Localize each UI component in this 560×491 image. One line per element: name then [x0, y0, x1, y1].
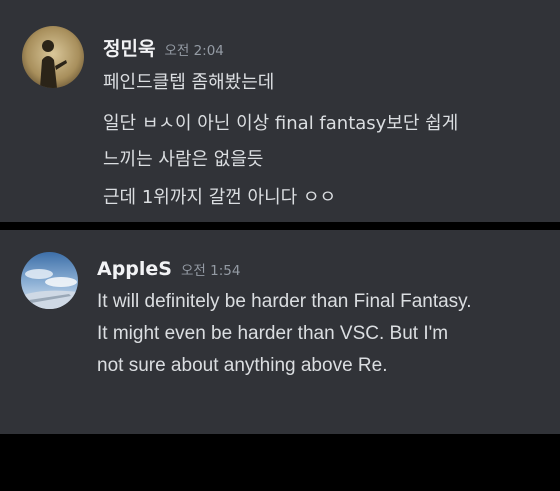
message-header: AppleS 오전 1:54 [97, 258, 240, 280]
timestamp[interactable]: 오전 1:54 [181, 259, 240, 279]
message-panel-bottom: AppleS 오전 1:54 It will definitely be har… [0, 230, 560, 434]
message-line: 일단 ㅂㅅ이 아닌 이상 final fantasy보단 쉽게 [103, 113, 459, 134]
message-line: 페인드클텝 좀해봤는데 [103, 72, 275, 93]
message-header: 정민욱 오전 2:04 [103, 34, 224, 61]
username[interactable]: 정민욱 [103, 34, 155, 61]
message-line: 근데 1위까지 갈껀 아니다 ㅇㅇ [103, 187, 337, 208]
message-line: It might even be harder than VSC. But I'… [97, 323, 449, 344]
profile-photo-silhouette-icon[interactable] [22, 26, 84, 88]
message-line: 느끼는 사람은 없을듯 [103, 149, 264, 170]
message-line: It will definitely be harder than Final … [97, 291, 472, 312]
timestamp[interactable]: 오전 2:04 [164, 39, 223, 59]
message-line: not sure about anything above Re. [97, 355, 388, 376]
profile-photo-sky-icon[interactable] [21, 252, 78, 309]
message-panel-top: 정민욱 오전 2:04 페인드클텝 좀해봤는데 일단 ㅂㅅ이 아닌 이상 fin… [0, 0, 560, 222]
username[interactable]: AppleS [97, 258, 172, 280]
